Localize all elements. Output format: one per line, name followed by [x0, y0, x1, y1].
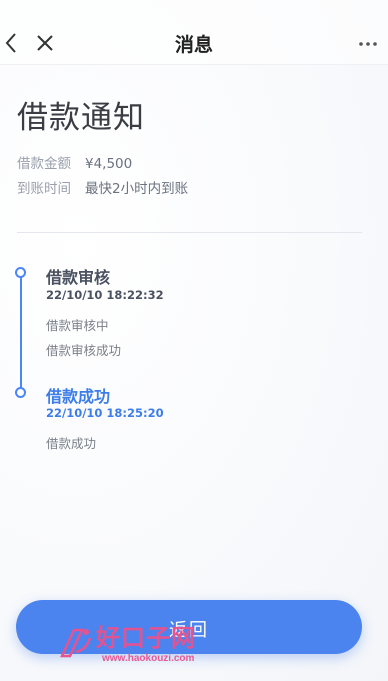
watermark-logo-icon: [60, 628, 92, 658]
amount-row: 借款金额 ¥4,500: [17, 152, 132, 172]
page-title: 消息: [174, 34, 213, 56]
watermark: 好口子网 www.haokouzi.com: [56, 618, 216, 668]
timeline-dot: [15, 387, 26, 398]
divider: [17, 232, 362, 233]
timeline-dot: [15, 267, 26, 278]
watermark-text: 好口子网: [96, 624, 196, 652]
arrival-row: 到账时间 最快2小时内到账: [17, 177, 188, 197]
amount-value: ¥4,500: [85, 156, 133, 172]
step-detail: 借款审核成功: [46, 343, 122, 358]
step-time: 22/10/10 18:25:20: [46, 406, 164, 420]
step-detail: 借款审核中: [46, 318, 109, 333]
arrival-label: 到账时间: [17, 181, 71, 197]
message-page: 消息 借款通知 借款金额 ¥4,500 到账时间 最快2小时内到账 借款审核 22/…: [0, 0, 388, 681]
watermark-url: www.haokouzi.com: [102, 653, 195, 664]
arrival-value: 最快2小时内到账: [85, 181, 189, 197]
amount-label: 借款金额: [17, 156, 71, 172]
step-title: 借款审核: [46, 268, 111, 287]
more-horizontal-icon[interactable]: [358, 40, 378, 48]
navigation-bar: 消息: [0, 0, 388, 65]
timeline-line: [20, 272, 22, 392]
step-title: 借款成功: [46, 387, 111, 406]
step-time: 22/10/10 18:22:32: [46, 288, 164, 302]
step-detail: 借款成功: [46, 436, 97, 451]
notice-title: 借款通知: [17, 100, 145, 136]
